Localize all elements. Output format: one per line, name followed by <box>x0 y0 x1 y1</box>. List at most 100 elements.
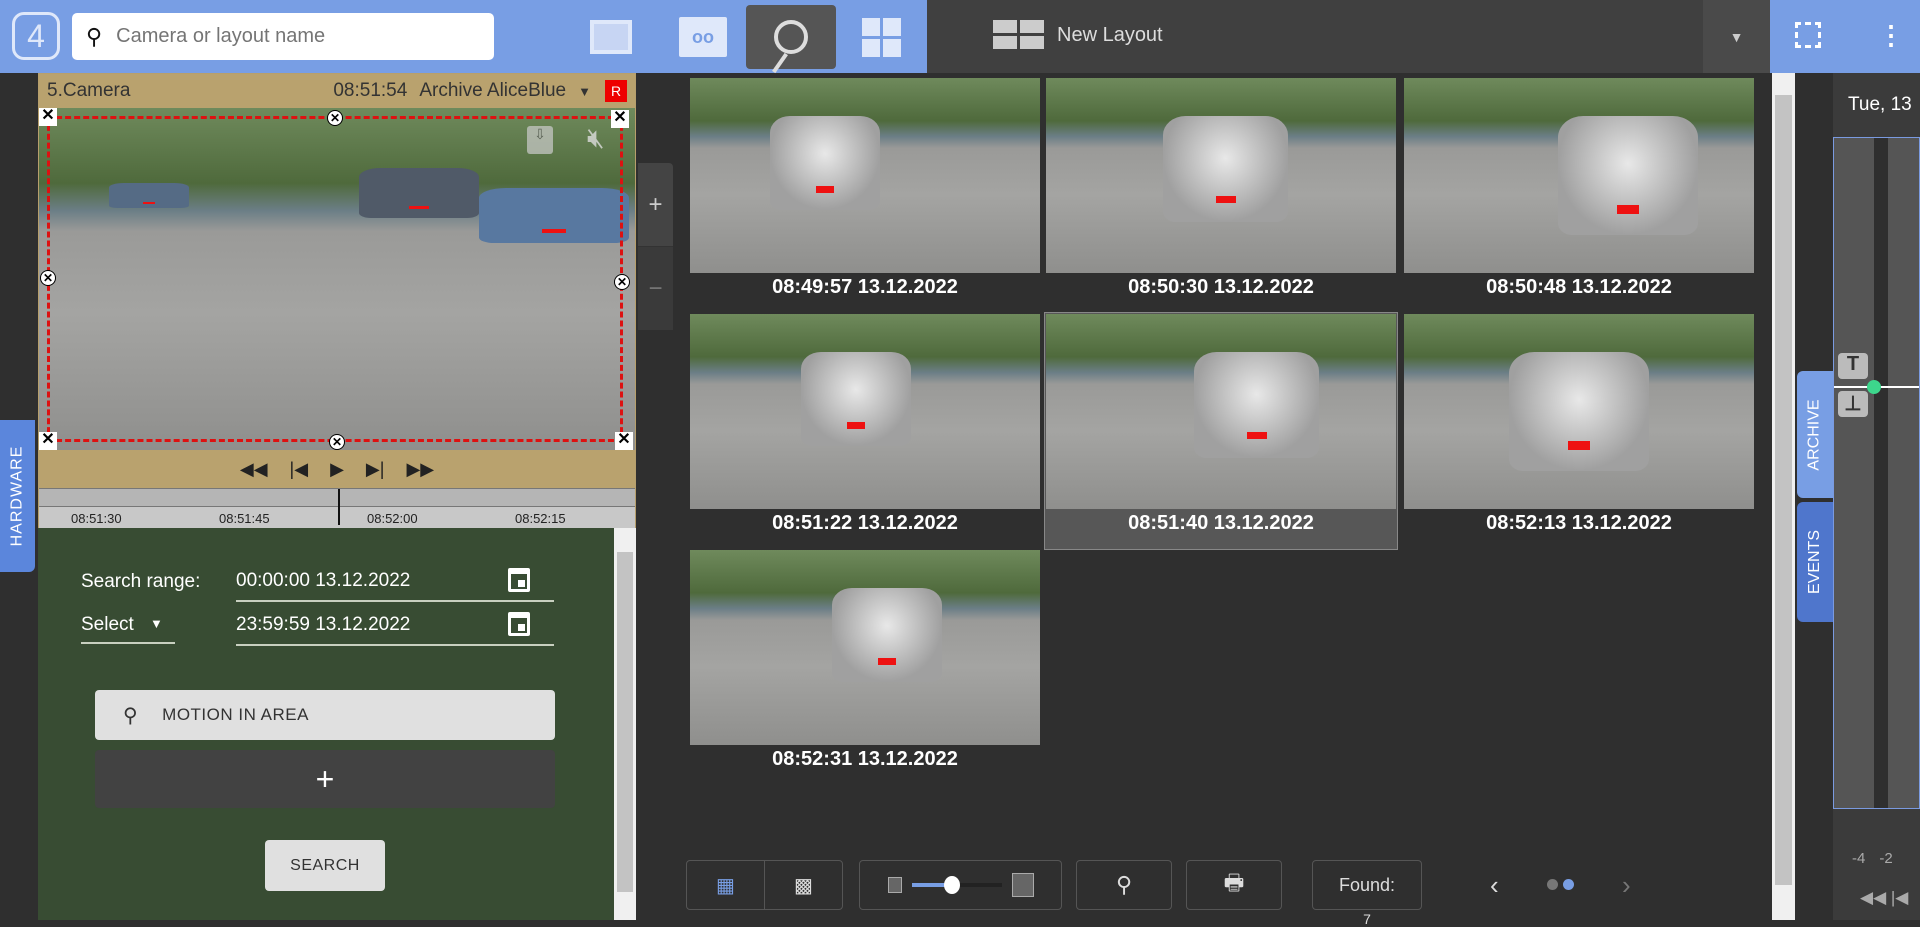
camera-search-input[interactable] <box>116 25 447 48</box>
result-caption: 08:49:57 13.12.2022 <box>772 276 958 298</box>
archive-button[interactable]: oo <box>658 5 748 69</box>
play-icon[interactable]: ▶ <box>330 459 344 480</box>
layout-name[interactable]: New Layout <box>1057 24 1163 47</box>
motion-area-roi[interactable] <box>47 116 623 442</box>
prev-page-button[interactable]: ‹ <box>1490 870 1499 901</box>
view-mode-toggle: ▦ ▩ <box>686 860 843 910</box>
camera-time: 08:51:54 <box>333 80 408 101</box>
zoom-in-results-button[interactable]: ⚲ <box>1076 860 1172 910</box>
events-tab[interactable]: EVENTS <box>1797 502 1833 622</box>
timeline-cursor[interactable] <box>338 489 340 525</box>
roi-handle[interactable]: ✕ <box>327 110 343 126</box>
archive-timeline[interactable] <box>1833 137 1920 809</box>
fullscreen-icon[interactable] <box>1795 22 1821 48</box>
rewind-icon[interactable]: ◀◀ <box>240 459 268 480</box>
roi-handle[interactable]: ✕ <box>615 432 633 450</box>
range-end-button[interactable]: ⊥ <box>1838 391 1868 417</box>
results-scrollbar[interactable] <box>1772 73 1795 920</box>
more-menu-icon[interactable]: ⋮ <box>1878 20 1904 51</box>
chevron-down-icon[interactable]: ▼ <box>578 84 591 99</box>
found-number: 7 <box>1363 911 1371 927</box>
result-thumbnail[interactable] <box>1046 78 1396 273</box>
result-item[interactable]: 08:50:30 13.12.2022 <box>1045 77 1397 313</box>
hardware-tab-label: HARDWARE <box>8 445 26 547</box>
search-button[interactable]: SEARCH <box>265 840 385 891</box>
result-caption: 08:52:31 13.12.2022 <box>772 748 958 770</box>
search-range-label: Search range: <box>81 571 201 592</box>
archive-rewind-icon[interactable]: ◀◀ |◀ <box>1860 888 1908 908</box>
range-start-button[interactable]: T <box>1838 353 1868 379</box>
scale-label: -4 <box>1852 850 1866 867</box>
result-caption: 08:51:40 13.12.2022 <box>1128 512 1314 534</box>
result-thumbnail[interactable] <box>1046 314 1396 509</box>
archive-tab[interactable]: ARCHIVE <box>1797 371 1833 498</box>
archive-tab-label: ARCHIVE <box>1806 398 1823 471</box>
timeline-label: 08:52:15 <box>515 511 566 526</box>
motion-in-area-button[interactable]: ⚲ MOTION IN AREA <box>95 690 555 740</box>
search-panel-scrollbar[interactable] <box>614 528 636 920</box>
search-mode-button[interactable] <box>746 5 836 69</box>
found-count: Found: 7 <box>1312 860 1422 927</box>
print-button[interactable]: 🖶︎ <box>1186 860 1282 910</box>
small-size-icon <box>887 877 902 893</box>
result-thumbnail[interactable] <box>690 314 1040 509</box>
next-page-button[interactable]: › <box>1622 870 1631 901</box>
page-dot[interactable] <box>1547 879 1558 890</box>
camera-video[interactable]: ✕ ✕ ✕ ✕ ✕ ✕ ✕ ✕ ⇩ 🔇︎ <box>39 108 635 450</box>
zoom-out-button[interactable]: − <box>638 246 673 330</box>
calendar-icon[interactable] <box>508 568 530 592</box>
calendar-icon[interactable] <box>508 612 530 636</box>
page-dot-active[interactable] <box>1563 879 1574 890</box>
layouts-icon <box>861 17 901 57</box>
result-caption: 08:51:22 13.12.2022 <box>772 512 958 534</box>
result-thumbnail[interactable] <box>690 550 1040 745</box>
record-badge[interactable]: R <box>605 80 627 102</box>
grid-view-button[interactable]: ▦ <box>687 861 765 909</box>
roi-handle[interactable]: ✕ <box>39 432 57 450</box>
result-item[interactable]: 08:52:13 13.12.2022 <box>1403 313 1755 549</box>
export-image-icon[interactable]: ⇩ <box>527 126 553 154</box>
fast-forward-icon[interactable]: ▶▶ <box>406 459 434 480</box>
zoom-panel: + − <box>638 163 673 330</box>
roi-handle[interactable]: ✕ <box>329 434 345 450</box>
result-item[interactable]: 08:49:57 13.12.2022 <box>689 77 1041 313</box>
mute-icon[interactable]: 🔇︎ <box>587 122 605 155</box>
archive-date: Tue, 13 <box>1848 94 1912 115</box>
archive-scale: -4 -2 <box>1852 850 1893 867</box>
range-to-field[interactable]: 23:59:59 13.12.2022 <box>236 614 410 636</box>
result-item[interactable]: 08:52:31 13.12.2022 <box>689 549 1041 785</box>
camera-search[interactable]: ⚲ <box>72 13 494 60</box>
select-dropdown[interactable]: Select <box>81 614 134 636</box>
step-forward-icon[interactable]: ▶| <box>366 459 385 480</box>
camera-header: 5.Camera 08:51:54 Archive AliceBlue ▼ R <box>39 74 635 108</box>
step-back-icon[interactable]: |◀ <box>290 459 309 480</box>
result-thumbnail[interactable] <box>1404 78 1754 273</box>
timeline-position-marker[interactable] <box>1867 380 1881 394</box>
size-slider-track[interactable] <box>911 876 1002 894</box>
found-label: Found: <box>1338 874 1396 895</box>
chevron-down-icon[interactable]: ▼ <box>150 616 163 631</box>
camera-tile[interactable]: 5.Camera 08:51:54 Archive AliceBlue ▼ R … <box>38 73 636 528</box>
result-item[interactable]: 08:50:48 13.12.2022 <box>1403 77 1755 313</box>
hardware-tab[interactable]: HARDWARE <box>0 420 35 572</box>
camera-mode[interactable]: Archive AliceBlue <box>419 80 566 102</box>
result-thumbnail[interactable] <box>690 78 1040 273</box>
camera-timeline[interactable]: 08:51:30 08:51:45 08:52:00 08:52:15 <box>39 488 635 528</box>
range-from-field[interactable]: 00:00:00 13.12.2022 <box>236 570 410 592</box>
roi-handle[interactable]: ✕ <box>39 108 57 126</box>
thumbnail-size-slider[interactable] <box>859 860 1062 910</box>
timeline-label: 08:51:30 <box>71 511 122 526</box>
roi-handle[interactable]: ✕ <box>40 270 56 286</box>
add-condition-button[interactable]: + <box>95 750 555 808</box>
layout-dropdown-button[interactable]: ▼ <box>1703 0 1770 73</box>
result-item[interactable]: 08:51:40 13.12.2022 <box>1044 312 1398 550</box>
roi-handle[interactable]: ✕ <box>611 110 629 128</box>
roi-handle[interactable]: ✕ <box>614 274 630 290</box>
large-size-icon <box>1011 873 1034 897</box>
calculator-view-button[interactable]: ▩ <box>765 861 842 909</box>
result-item[interactable]: 08:51:22 13.12.2022 <box>689 313 1041 549</box>
monitor-button[interactable] <box>566 5 656 69</box>
result-thumbnail[interactable] <box>1404 314 1754 509</box>
layouts-button[interactable] <box>836 5 926 69</box>
zoom-in-button[interactable]: + <box>638 163 673 246</box>
